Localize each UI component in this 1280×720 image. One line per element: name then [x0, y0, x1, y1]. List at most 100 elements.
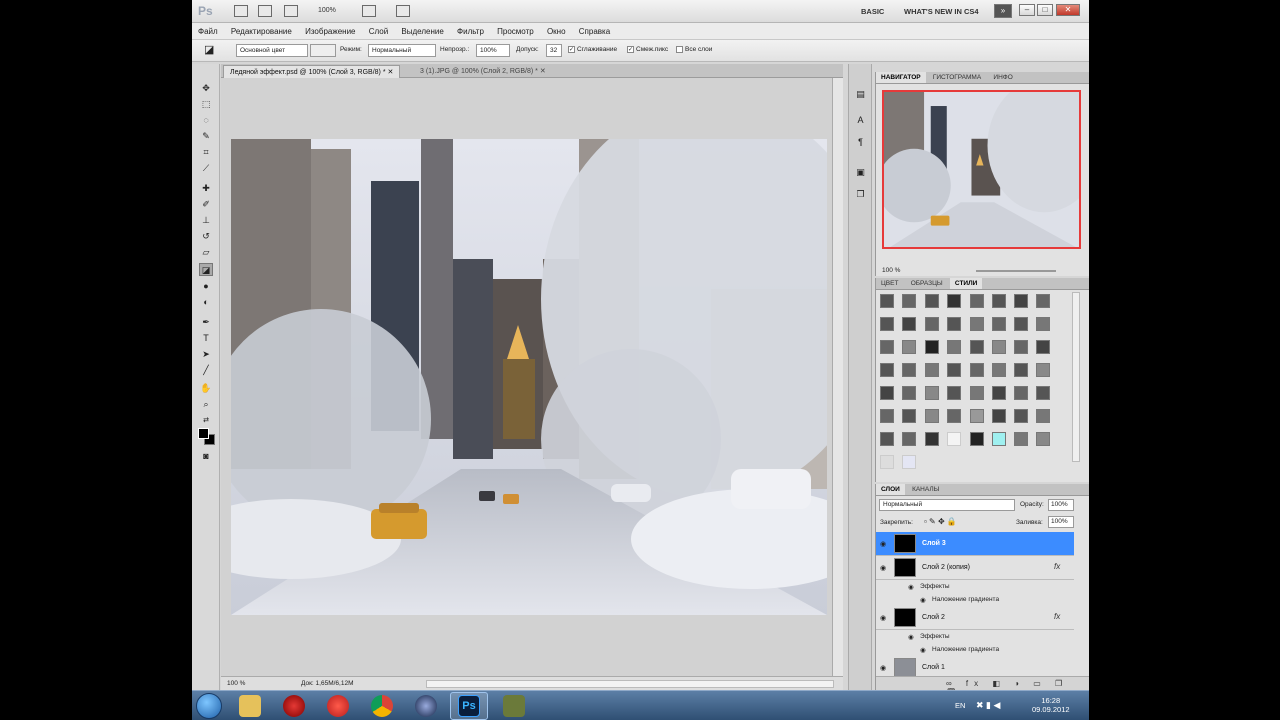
style-swatch[interactable]	[1014, 340, 1028, 354]
screen-mode-icon[interactable]	[396, 5, 410, 17]
style-swatch[interactable]	[902, 363, 916, 377]
whats-new-workspace[interactable]: WHAT'S NEW IN CS4	[904, 7, 979, 16]
blur-tool-icon[interactable]: ●	[199, 280, 213, 293]
photoshop-taskbar-icon[interactable]: Ps	[458, 695, 480, 717]
style-swatch[interactable]	[1014, 409, 1028, 423]
style-swatch[interactable]	[1014, 317, 1028, 331]
all-layers-checkbox[interactable]	[676, 46, 683, 53]
style-swatch[interactable]	[880, 317, 894, 331]
healing-brush-tool-icon[interactable]: ✚	[199, 182, 213, 195]
styles-scrollbar[interactable]	[1072, 292, 1080, 462]
style-swatch[interactable]	[880, 455, 894, 469]
language-indicator[interactable]: EN	[955, 701, 965, 710]
gradient-overlay-row[interactable]: ◉ Наложение градиента	[876, 593, 1074, 606]
layer-fill-input[interactable]: 100%	[1048, 516, 1074, 528]
style-swatch[interactable]	[992, 409, 1006, 423]
close-button[interactable]: ✕	[1056, 4, 1080, 16]
tolerance-input[interactable]: 32	[546, 44, 562, 57]
bridge-icon[interactable]	[234, 5, 248, 17]
style-swatch[interactable]	[992, 317, 1006, 331]
chrome-icon[interactable]	[371, 695, 393, 717]
lasso-tool-icon[interactable]: ◌	[199, 114, 213, 127]
zoom-level-dropdown[interactable]: 100%	[318, 7, 336, 14]
explorer-icon[interactable]	[239, 695, 261, 717]
type-tool-icon[interactable]: T	[199, 332, 213, 345]
menu-file[interactable]: Файл	[192, 23, 223, 36]
tab-navigator[interactable]: НАВИГАТОР	[876, 72, 926, 83]
style-swatch[interactable]	[970, 317, 984, 331]
document-canvas[interactable]	[221, 78, 843, 676]
style-swatch[interactable]	[947, 386, 961, 400]
crop-tool-icon[interactable]: ⌗	[199, 146, 213, 159]
gradient-eye-icon[interactable]: ◉	[920, 646, 926, 654]
menu-select[interactable]: Выделение	[395, 23, 448, 36]
opera-icon[interactable]	[327, 695, 349, 717]
mode-select[interactable]: Нормальный	[368, 44, 436, 57]
style-swatch[interactable]	[970, 363, 984, 377]
all-layers-option[interactable]: Все слои	[676, 46, 712, 53]
style-swatch[interactable]	[880, 340, 894, 354]
tab-channels[interactable]: КАНАЛЫ	[907, 484, 944, 495]
menu-layer[interactable]: Слой	[363, 23, 393, 36]
style-swatch[interactable]	[1036, 432, 1050, 446]
style-swatch[interactable]	[1014, 363, 1028, 377]
actions-panel-icon[interactable]: ▣	[854, 166, 867, 179]
snowy-street-image[interactable]	[231, 139, 827, 615]
style-swatch[interactable]	[947, 363, 961, 377]
style-swatch[interactable]	[902, 317, 916, 331]
clone-stamp-tool-icon[interactable]: ⊥	[199, 214, 213, 227]
style-swatch[interactable]	[925, 294, 939, 308]
style-swatch[interactable]	[1036, 317, 1050, 331]
style-swatch[interactable]	[1014, 294, 1028, 308]
close-tab-icon[interactable]: ✕	[388, 69, 394, 76]
adobe-reader-icon[interactable]	[283, 695, 305, 717]
paint-bucket-tool-icon[interactable]: ◪	[204, 43, 214, 56]
lock-icons[interactable]: ▫ ✎ ✥ 🔒	[924, 517, 957, 526]
style-swatch[interactable]	[992, 363, 1006, 377]
style-swatch[interactable]	[992, 294, 1006, 308]
tab-histogram[interactable]: ГИСТОГРАММА	[928, 72, 986, 83]
quick-mask-icon[interactable]: ◙	[199, 450, 213, 463]
style-swatch[interactable]	[947, 294, 961, 308]
visibility-eye-icon[interactable]: ◉	[880, 540, 886, 548]
blend-mode-select[interactable]: Нормальный	[879, 499, 1015, 511]
mini-bridge-icon[interactable]	[258, 5, 272, 17]
zoom-tool-icon[interactable]: ⌕	[199, 398, 213, 411]
antialias-checkbox[interactable]: ✓	[568, 46, 575, 53]
tray-icons[interactable]: ✖ ▮ ◀	[976, 700, 1000, 711]
media-player-icon[interactable]	[415, 695, 437, 717]
status-zoom[interactable]: 100 %	[227, 680, 245, 687]
style-swatch[interactable]	[880, 294, 894, 308]
tab-3-1-jpg[interactable]: 3 (1).JPG @ 100% (Слой 2, RGB/8) * ✕	[414, 65, 552, 78]
effects-row[interactable]: ◉ Эффекты	[876, 630, 1074, 643]
move-tool-icon[interactable]: ✥	[199, 82, 213, 95]
style-swatch[interactable]	[970, 432, 984, 446]
style-swatch[interactable]	[1036, 363, 1050, 377]
more-workspaces-button[interactable]: »	[994, 4, 1012, 18]
history-panel-icon[interactable]: ▤	[854, 88, 867, 101]
character-panel-icon[interactable]: A	[854, 114, 867, 127]
style-swatch[interactable]	[1036, 409, 1050, 423]
quick-select-tool-icon[interactable]: ✎	[199, 130, 213, 143]
visibility-eye-icon[interactable]: ◉	[880, 564, 886, 572]
pen-tool-icon[interactable]: ✒	[199, 316, 213, 329]
style-swatch[interactable]	[925, 317, 939, 331]
pattern-picker[interactable]	[310, 44, 336, 57]
style-swatch[interactable]	[992, 386, 1006, 400]
navigator-preview[interactable]	[882, 90, 1081, 249]
fill-source-select[interactable]: Основной цвет	[236, 44, 308, 57]
menu-image[interactable]: Изображение	[299, 23, 360, 36]
layer-row[interactable]: ◉ Слой 2 fx	[876, 606, 1074, 630]
style-swatch[interactable]	[902, 386, 916, 400]
workspace-basic[interactable]: BASIC	[861, 7, 884, 16]
style-swatch[interactable]	[880, 432, 894, 446]
view-extras-icon[interactable]	[284, 5, 298, 17]
style-swatch[interactable]	[902, 294, 916, 308]
style-swatch[interactable]	[902, 340, 916, 354]
paint-bucket-tool-icon[interactable]: ◪	[199, 263, 213, 276]
contiguous-option[interactable]: ✓ Смеж.пикс	[627, 46, 668, 53]
swap-colors-icon[interactable]: ⇄	[199, 414, 213, 427]
menu-filter[interactable]: Фильтр	[451, 23, 489, 36]
effects-eye-icon[interactable]: ◉	[908, 583, 914, 591]
style-swatch[interactable]	[947, 340, 961, 354]
